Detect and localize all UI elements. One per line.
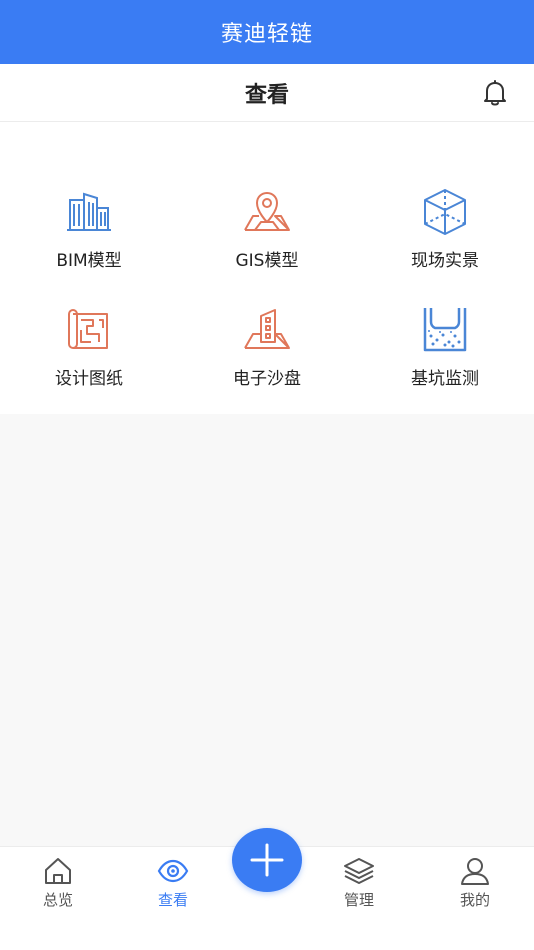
tab-label: 总览 xyxy=(42,891,73,909)
grid-item-gis[interactable]: GIS模型 xyxy=(178,186,356,286)
grid-item-label: 电子沙盘 xyxy=(233,369,301,389)
eye-icon xyxy=(157,859,189,883)
tab-overview[interactable]: 总览 xyxy=(13,855,103,915)
tab-manage[interactable]: 管理 xyxy=(314,855,404,915)
cube-icon xyxy=(424,189,466,235)
bell-icon[interactable] xyxy=(480,78,510,108)
plus-icon xyxy=(250,843,284,877)
tab-view[interactable]: 查看 xyxy=(128,855,218,915)
grid-item-sandtable[interactable]: 电子沙盘 xyxy=(178,304,356,404)
grid-item-label: 基坑监测 xyxy=(411,369,479,389)
home-icon xyxy=(45,858,71,884)
buildings-icon xyxy=(67,192,111,231)
layers-icon xyxy=(344,858,374,884)
grid-item-label: BIM模型 xyxy=(56,251,122,271)
grid-item-label: 设计图纸 xyxy=(55,369,123,389)
tab-label: 管理 xyxy=(343,891,374,909)
map-pin-icon xyxy=(244,192,290,231)
user-icon xyxy=(461,858,489,885)
app-bar: 赛迪轻链 xyxy=(0,0,534,64)
tab-label: 查看 xyxy=(157,891,188,909)
sandtable-icon xyxy=(244,309,290,349)
grid-item-drawings[interactable]: 设计图纸 xyxy=(0,304,178,404)
page-title: 查看 xyxy=(244,82,289,108)
app-title: 赛迪轻链 xyxy=(220,22,313,47)
add-button[interactable] xyxy=(232,828,302,892)
page-header: 查看 xyxy=(0,64,534,122)
grid-item-pit[interactable]: 基坑监测 xyxy=(356,304,534,404)
feature-grid: BIM模型 GIS模型 现场实景 设计图纸 电子沙盘 基坑监测 xyxy=(0,122,534,414)
tab-label: 我的 xyxy=(459,891,490,909)
grid-item-label: 现场实景 xyxy=(411,251,479,271)
tab-mine[interactable]: 我的 xyxy=(430,855,520,915)
grid-item-bim[interactable]: BIM模型 xyxy=(0,186,178,286)
grid-item-label: GIS模型 xyxy=(235,251,299,271)
blueprint-icon xyxy=(68,309,108,349)
foundation-pit-icon xyxy=(423,308,467,352)
grid-item-scene[interactable]: 现场实景 xyxy=(356,186,534,286)
